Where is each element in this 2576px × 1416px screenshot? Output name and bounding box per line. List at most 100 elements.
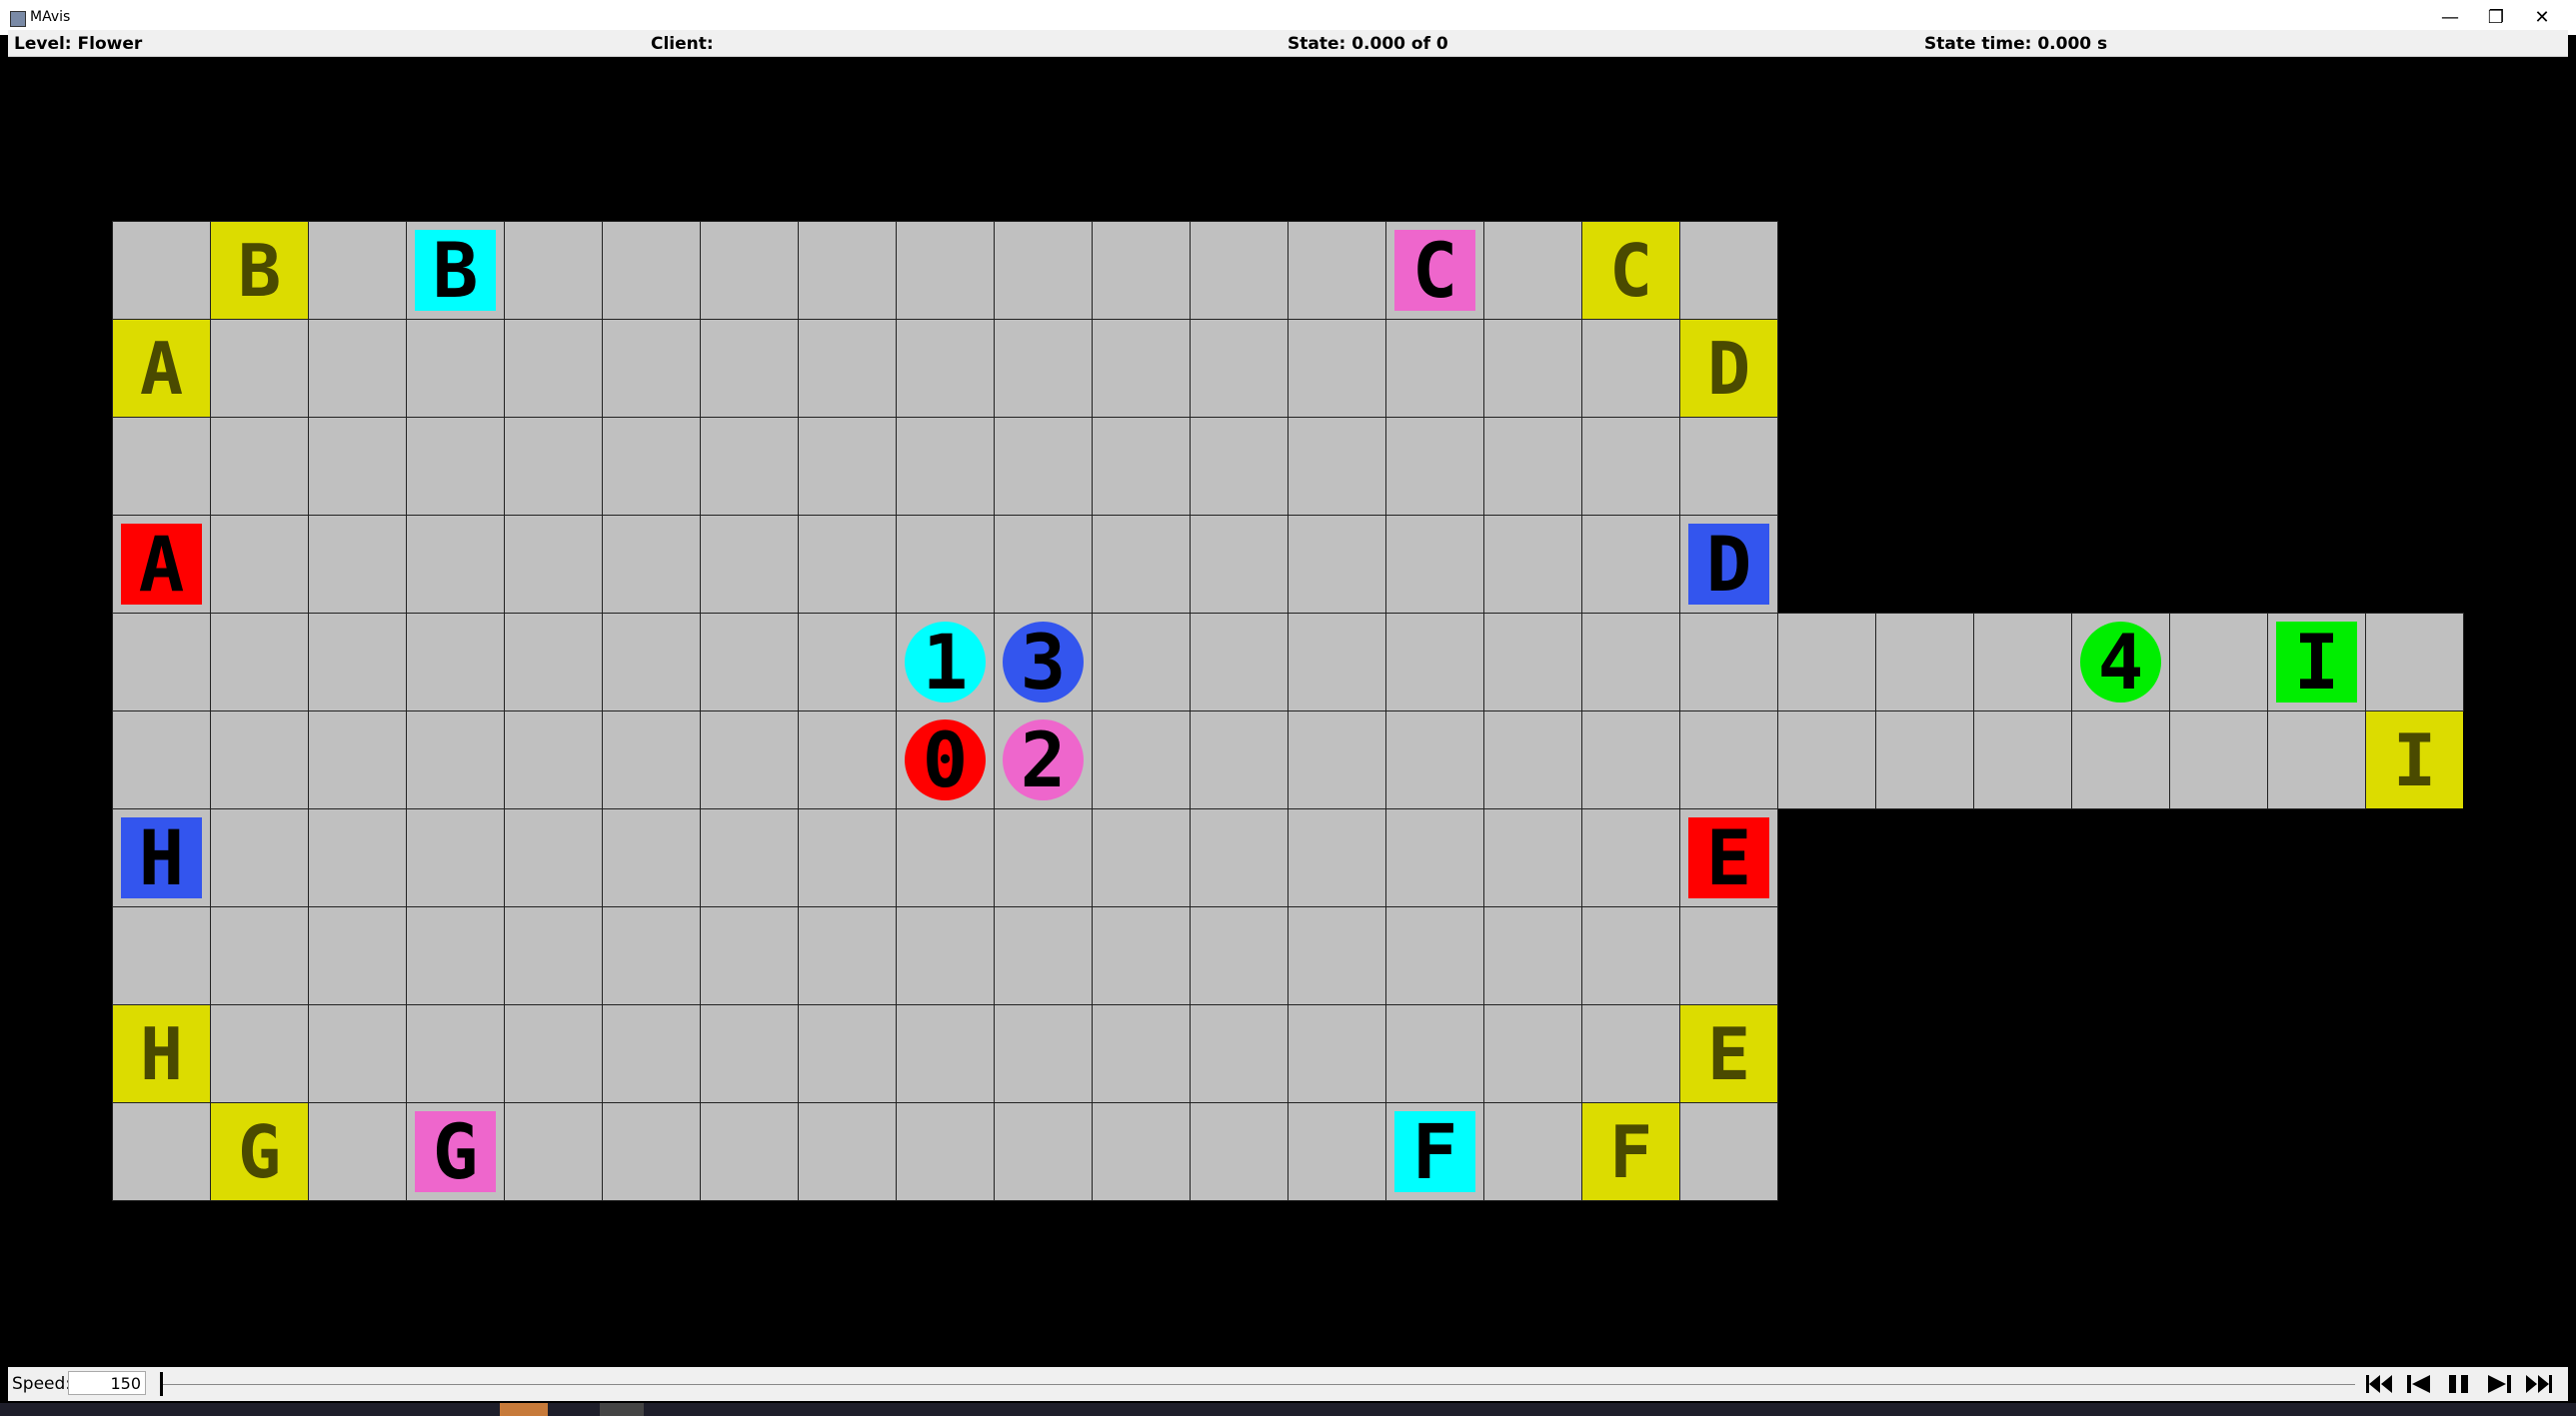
- floor-cell: [1092, 613, 1191, 711]
- floor-cell: [1288, 417, 1386, 516]
- floor-cell: [700, 319, 799, 418]
- taskbar-app-item[interactable]: [600, 1403, 644, 1416]
- floor-cell: [406, 906, 505, 1005]
- floor-cell: [896, 808, 995, 907]
- floor-cell: [602, 710, 701, 809]
- floor-cell: [2365, 613, 2464, 711]
- step-back-button[interactable]: [2401, 1369, 2437, 1399]
- floor-cell: [504, 515, 603, 614]
- floor-cell: [1875, 613, 1974, 711]
- box-b: B: [415, 226, 496, 315]
- skip-to-start-icon: [2366, 1375, 2392, 1393]
- floor-cell: [798, 417, 897, 516]
- floor-cell: [1092, 906, 1191, 1005]
- speed-input[interactable]: [68, 1371, 146, 1395]
- floor-cell: [308, 1102, 407, 1201]
- floor-cell: [1385, 906, 1484, 1005]
- floor-cell: [1483, 906, 1582, 1005]
- floor-cell: [798, 1004, 897, 1103]
- floor-cell: [1581, 515, 1680, 614]
- floor-cell: [798, 710, 897, 809]
- floor-cell: [1288, 710, 1386, 809]
- floor-cell: [1190, 417, 1288, 516]
- floor-cell: [406, 515, 505, 614]
- skip-to-end-icon: [2526, 1375, 2552, 1393]
- floor-cell: [504, 221, 603, 320]
- floor-cell: [602, 221, 701, 320]
- floor-cell: [602, 1102, 701, 1201]
- floor-cell: [112, 906, 211, 1005]
- floor-cell: [1973, 613, 2072, 711]
- floor-cell: [700, 710, 799, 809]
- floor-cell: [1875, 710, 1974, 809]
- floor-cell: [1288, 906, 1386, 1005]
- floor-cell: [1483, 1102, 1582, 1201]
- floor-cell: [1581, 417, 1680, 516]
- floor-cell: [112, 1102, 211, 1201]
- floor-cell: [406, 1004, 505, 1103]
- floor-cell: [2071, 710, 2170, 809]
- floor-cell: [1190, 221, 1288, 320]
- os-taskbar: [0, 1403, 2576, 1416]
- floor-cell: [1385, 710, 1484, 809]
- floor-cell: [1679, 710, 1778, 809]
- floor-cell: [1483, 808, 1582, 907]
- floor-cell: [210, 515, 309, 614]
- floor-cell: [896, 319, 995, 418]
- floor-cell: [1483, 319, 1582, 418]
- floor-cell: [994, 808, 1093, 907]
- floor-cell: [1777, 613, 1876, 711]
- floor-cell: [210, 906, 309, 1005]
- floor-cell: [1288, 515, 1386, 614]
- box-a: A: [121, 520, 202, 609]
- floor-cell: [602, 1004, 701, 1103]
- floor-cell: [1190, 515, 1288, 614]
- skip-to-end-button[interactable]: [2521, 1369, 2557, 1399]
- box-g: G: [415, 1107, 496, 1196]
- timeline-handle[interactable]: [160, 1372, 163, 1396]
- taskbar-app-item[interactable]: [500, 1403, 548, 1416]
- floor-cell: [700, 515, 799, 614]
- floor-cell: [504, 1004, 603, 1103]
- goal-c: C: [1582, 222, 1679, 319]
- floor-cell: [1483, 710, 1582, 809]
- floor-cell: [798, 613, 897, 711]
- floor-cell: [1092, 808, 1191, 907]
- floor-cell: [896, 906, 995, 1005]
- agent-4: 4: [2080, 618, 2161, 707]
- floor-cell: [1092, 515, 1191, 614]
- timeline-slider[interactable]: [160, 1384, 2355, 1385]
- step-forward-icon: [2488, 1375, 2511, 1393]
- goal-b: B: [211, 222, 308, 319]
- floor-cell: [112, 221, 211, 320]
- floor-cell: [1288, 319, 1386, 418]
- step-back-icon: [2407, 1375, 2430, 1393]
- floor-cell: [2267, 710, 2366, 809]
- floor-cell: [602, 906, 701, 1005]
- floor-cell: [602, 515, 701, 614]
- floor-cell: [308, 1004, 407, 1103]
- playback-bar: Speed:: [8, 1367, 2568, 1401]
- pause-button[interactable]: [2441, 1369, 2477, 1399]
- agent-2: 2: [1003, 715, 1084, 804]
- floor-cell: [1581, 613, 1680, 711]
- floor-cell: [1679, 1102, 1778, 1201]
- floor-cell: [1092, 710, 1191, 809]
- floor-cell: [406, 710, 505, 809]
- floor-cell: [994, 221, 1093, 320]
- floor-cell: [308, 515, 407, 614]
- skip-to-start-button[interactable]: [2361, 1369, 2397, 1399]
- step-forward-button[interactable]: [2481, 1369, 2517, 1399]
- floor-cell: [1190, 808, 1288, 907]
- floor-cell: [1581, 1004, 1680, 1103]
- goal-d: D: [1680, 320, 1777, 417]
- floor-cell: [210, 417, 309, 516]
- floor-cell: [896, 515, 995, 614]
- floor-cell: [504, 808, 603, 907]
- floor-cell: [1777, 710, 1876, 809]
- floor-cell: [406, 613, 505, 711]
- floor-cell: [1385, 417, 1484, 516]
- floor-cell: [308, 808, 407, 907]
- floor-cell: [1973, 710, 2072, 809]
- floor-cell: [994, 417, 1093, 516]
